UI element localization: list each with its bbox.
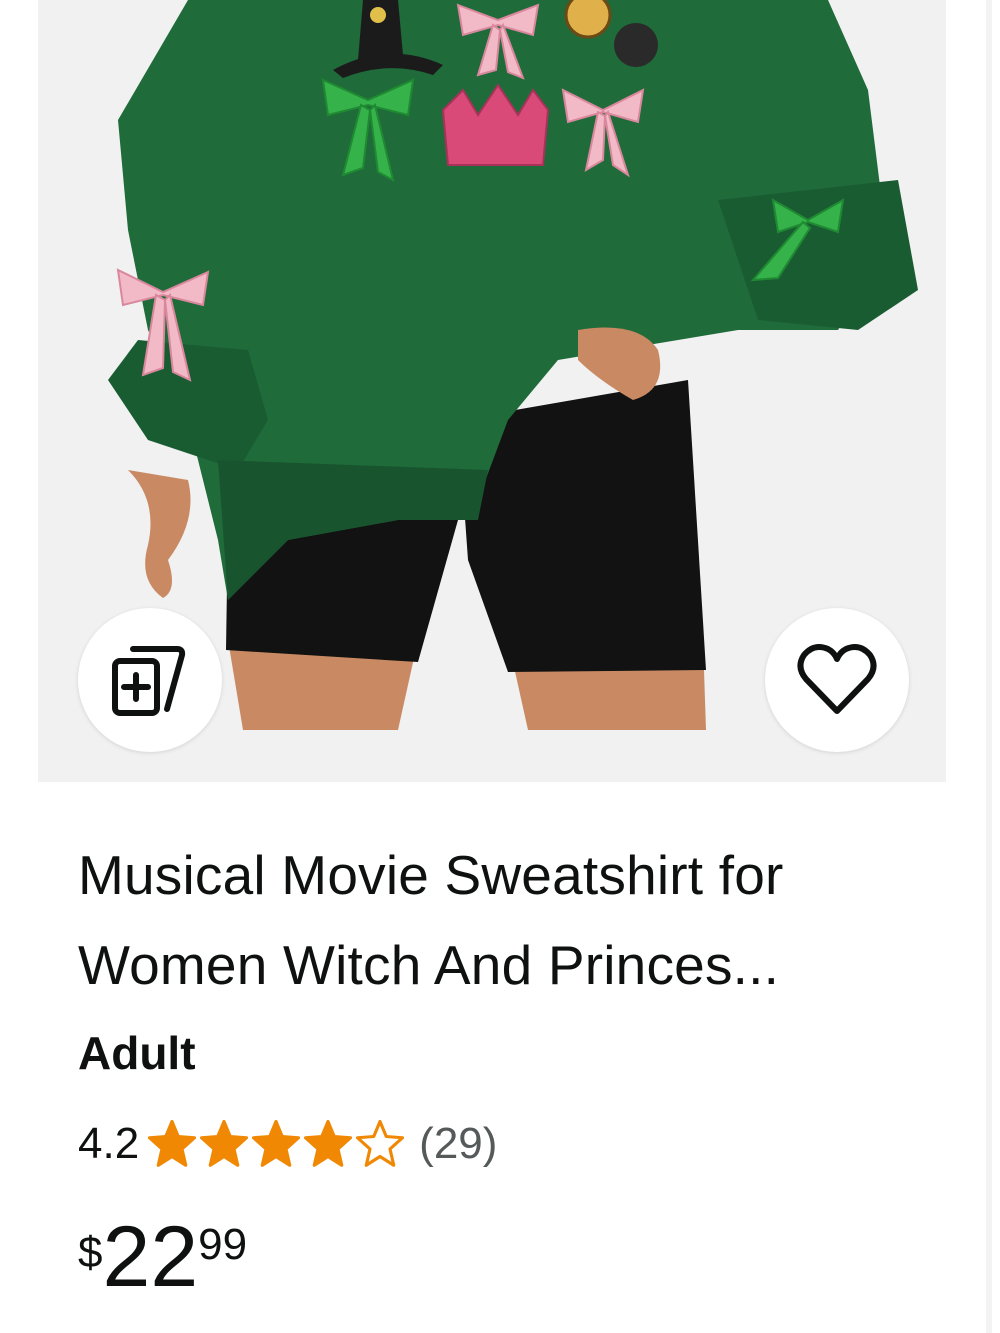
next-card-edge (986, 0, 992, 1333)
product-image[interactable] (38, 0, 946, 782)
product-info: Musical Movie Sweatshirt for Women Witch… (38, 782, 946, 1333)
price-whole: 22 (102, 1209, 199, 1305)
add-to-compare-icon (112, 646, 186, 716)
star-full-icon (304, 1119, 353, 1167)
price-fraction: 99 (198, 1220, 248, 1269)
star-full-icon (200, 1119, 249, 1167)
left-gutter (0, 0, 38, 1333)
add-to-compare-button[interactable] (78, 608, 222, 752)
star-empty-icon (356, 1119, 405, 1167)
rating-value: 4.2 (78, 1119, 140, 1168)
star-full-icon (252, 1119, 301, 1167)
star-rating (147, 1119, 405, 1169)
product-title[interactable]: Musical Movie Sweatshirt for Women Witch… (78, 830, 918, 1010)
heart-icon (797, 644, 877, 714)
price: $ 22 99 (78, 1214, 247, 1300)
price-currency: $ (78, 1228, 103, 1277)
wishlist-button[interactable] (765, 608, 909, 752)
variant-label: Adult (78, 1027, 196, 1079)
review-count[interactable]: (29) (419, 1119, 497, 1169)
rating-row[interactable]: 4.2 (29) (78, 1114, 497, 1174)
star-full-icon (148, 1119, 197, 1167)
